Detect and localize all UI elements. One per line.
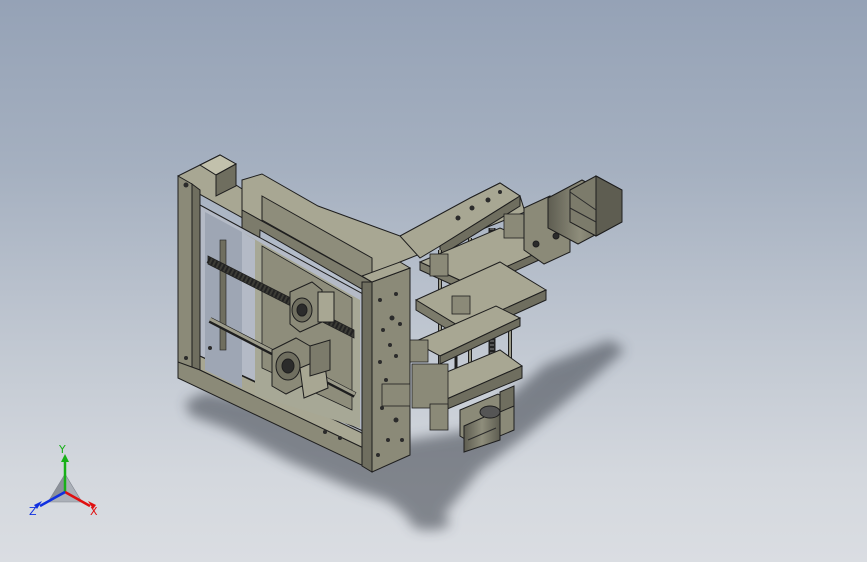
orientation-triad: Y X Z xyxy=(20,444,110,524)
y-axis-label: Y xyxy=(59,443,66,456)
z-axis-label: Z xyxy=(29,505,37,518)
x-axis-label: X xyxy=(90,505,98,518)
frame-left-post xyxy=(177,175,201,371)
stepper-motor-y xyxy=(523,175,623,265)
3d-viewport[interactable]: Y X Z xyxy=(0,0,867,562)
cnc-assembly-model[interactable] xyxy=(0,0,867,562)
